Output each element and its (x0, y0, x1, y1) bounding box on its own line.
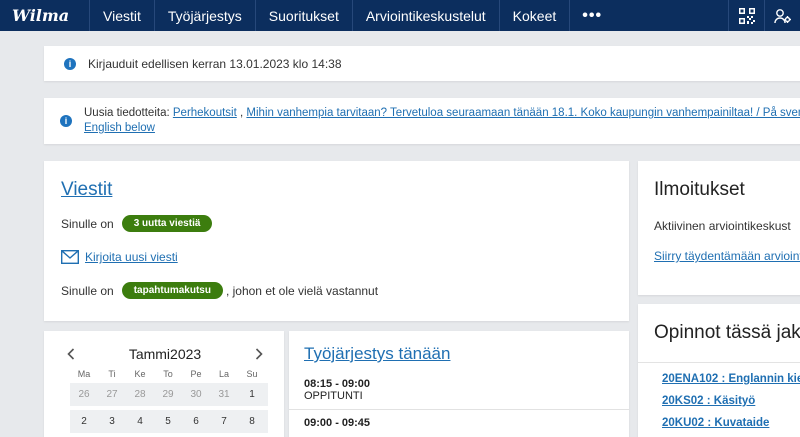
calendar-day[interactable]: 27 (98, 383, 126, 406)
calendar-day[interactable]: 31 (210, 383, 238, 406)
weekday-label: To (163, 369, 173, 379)
qr-code-icon[interactable] (728, 0, 764, 31)
announcements-bar: i Uusia tiedotteita: Perhekoutsit , Mihi… (44, 98, 800, 144)
weekday-label: Su (246, 369, 258, 379)
info-icon: i (60, 115, 72, 127)
last-login-bar: i Kirjauduit edellisen kerran 13.01.2023… (44, 46, 800, 81)
course-list: 20ENA102 : Englannin kieli, 20KS02 : Käs… (654, 371, 800, 437)
lesson-time: 08:15 - 09:00 (304, 378, 371, 390)
lesson-name: OPPITUNTI (304, 390, 363, 402)
top-navigation-bar: Wilma Viestit Työjärjestys Suoritukset A… (0, 0, 800, 31)
top-icons (728, 0, 800, 31)
course-link[interactable]: 20ENA102 : Englannin kieli, (662, 373, 800, 385)
write-message-row: Kirjoita uusi viesti (61, 250, 612, 264)
main-nav: Viestit Työjärjestys Suoritukset Arvioin… (90, 0, 614, 31)
event-invite-prefix: Sinulle on (61, 283, 114, 298)
nav-item-arviointikeskustelut[interactable]: Arviointikeskustelut (353, 0, 500, 31)
lesson-time: 09:00 - 09:45 (304, 417, 371, 429)
calendar-day[interactable]: 28 (126, 383, 154, 406)
nav-item-kokeet[interactable]: Kokeet (500, 0, 571, 31)
weekday-label: Ke (134, 369, 146, 379)
calendar-day[interactable]: 4 (126, 410, 154, 433)
event-invite-suffix: , johon et ole vielä vastannut (225, 283, 379, 298)
weekday-label: Ma (77, 369, 91, 379)
weekday-label: Pe (190, 369, 202, 379)
announcement-link-perhekoutsit[interactable]: Perhekoutsit (173, 107, 237, 119)
notices-fill-evaluation-link[interactable]: Siirry täydentämään arviointi (654, 249, 800, 263)
write-new-message-link[interactable]: Kirjoita uusi viesti (85, 250, 178, 264)
envelope-icon (61, 250, 79, 264)
studies-card: Opinnot tässä jaks 20ENA102 : Englannin … (638, 304, 800, 437)
calendar-day[interactable]: 8 (238, 410, 266, 433)
user-settings-icon[interactable] (764, 0, 800, 31)
weekday-label: La (218, 369, 229, 379)
notices-link-row: Siirry täydentämään arviointi (654, 249, 800, 263)
info-icon: i (64, 57, 76, 70)
messages-title-link[interactable]: Viestit (61, 179, 112, 200)
announcements-line: Uusia tiedotteita: Perhekoutsit , Mihin … (84, 106, 800, 121)
calendar-day[interactable]: 7 (210, 410, 238, 433)
more-menu-button[interactable]: ••• (570, 0, 614, 31)
event-invite-row: Sinulle on tapahtumakutsu , johon et ole… (61, 282, 612, 299)
announcement-link-english[interactable]: English below (84, 122, 155, 134)
calendar-weekdays: Ma Ti Ke To Pe La Su (70, 369, 268, 379)
announcement-link-vanhempainilta[interactable]: Mihin vanhempia tarvitaan? Tervetuloa se… (246, 107, 800, 119)
list-item: 20KS02 : Käsityö (654, 393, 792, 415)
announcement-separator: , (240, 107, 244, 119)
calendar-day[interactable]: 6 (182, 410, 210, 433)
schedule-title-link[interactable]: Työjärjestys tänään (304, 344, 450, 363)
lesson-item[interactable]: 09:00 - 09:45 (304, 417, 614, 429)
course-link[interactable]: 20KS02 : Käsityö (662, 395, 755, 407)
weekday-label: Ti (108, 369, 116, 379)
new-messages-badge[interactable]: 3 uutta viestiä (121, 215, 213, 232)
calendar-day[interactable]: 2 (70, 410, 98, 433)
nav-item-viestit[interactable]: Viestit (90, 0, 155, 31)
new-messages-row: Sinulle on 3 uutta viestiä (61, 215, 612, 232)
chevron-left-icon[interactable] (62, 345, 80, 363)
list-item: 20KU02 : Kuvataide (654, 415, 792, 437)
studies-divider (638, 362, 800, 363)
studies-title: Opinnot tässä jaks (654, 322, 800, 343)
last-login-text: Kirjauduit edellisen kerran 13.01.2023 k… (88, 56, 342, 71)
calendar-week-1: 26 27 28 29 30 31 1 (70, 383, 268, 406)
calendar-day[interactable]: 26 (70, 383, 98, 406)
calendar-day[interactable]: 3 (98, 410, 126, 433)
nav-item-suoritukset[interactable]: Suoritukset (256, 0, 353, 31)
event-invite-badge[interactable]: tapahtumakutsu (121, 282, 223, 299)
calendar-day[interactable]: 30 (182, 383, 210, 406)
notices-title: Ilmoitukset (654, 179, 745, 200)
calendar-schedule-panel: Tammi2023 Ma Ti Ke To Pe La Su 26 27 28 … (44, 331, 629, 437)
calendar: Tammi2023 Ma Ti Ke To Pe La Su 26 27 28 … (44, 331, 284, 437)
notices-active-text: Aktiivinen arviointikeskust (654, 219, 791, 233)
list-item: 20ENA102 : Englannin kieli, (654, 371, 800, 393)
nav-item-tyojarjestys[interactable]: Työjärjestys (155, 0, 256, 31)
announcements-prefix: Uusia tiedotteita: (84, 107, 170, 119)
lesson-divider (289, 409, 629, 410)
new-messages-prefix: Sinulle on (61, 216, 114, 231)
messages-card: Viestit Sinulle on 3 uutta viestiä Kirjo… (44, 161, 629, 321)
schedule-today: Työjärjestys tänään 08:15 - 09:00 OPPITU… (289, 331, 629, 437)
calendar-day[interactable]: 1 (238, 383, 266, 406)
notices-card: Ilmoitukset Aktiivinen arviointikeskust … (638, 161, 800, 295)
announcements-line-2: English below (84, 121, 800, 136)
lesson-item[interactable]: 08:15 - 09:00 OPPITUNTI (304, 378, 614, 402)
chevron-right-icon[interactable] (250, 345, 268, 363)
course-link[interactable]: 20KU02 : Kuvataide (662, 417, 769, 429)
calendar-day[interactable]: 29 (154, 383, 182, 406)
calendar-month-title: Tammi2023 (128, 346, 202, 362)
calendar-header: Tammi2023 (62, 345, 268, 363)
calendar-week-2: 2 3 4 5 6 7 8 (70, 410, 268, 433)
calendar-day[interactable]: 5 (154, 410, 182, 433)
wilma-logo[interactable]: Wilma (0, 0, 90, 31)
